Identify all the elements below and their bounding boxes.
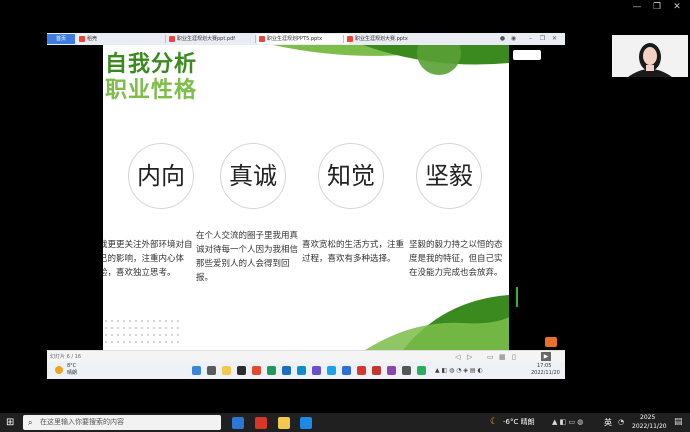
tab-separator — [255, 35, 256, 43]
docer-icon — [79, 36, 85, 42]
weather-sun-icon — [55, 366, 63, 374]
wps-icon[interactable] — [357, 366, 366, 375]
close-icon[interactable]: ✕ — [672, 2, 682, 12]
app-icon[interactable] — [297, 366, 306, 375]
prev-slide-icon[interactable]: ◁ — [455, 352, 460, 362]
trait-circle: 坚毅 — [416, 143, 482, 209]
sogou-ime-icon[interactable] — [545, 337, 557, 347]
inner-taskbar: 8°C 晴朗 ▲ ◧ ◍ ◔ ◈ ▤ ◐ 17:05 2022/11/20 — [47, 362, 565, 379]
window-titlebar: — ❐ ✕ — [0, 0, 690, 14]
close-icon[interactable]: ✕ — [551, 35, 558, 42]
webcam-preview — [612, 35, 688, 77]
explorer-icon[interactable] — [278, 417, 290, 429]
windows-start-icon[interactable]: ⊞ — [6, 418, 14, 428]
restore-icon[interactable]: ❐ — [539, 35, 546, 42]
trait-description: 我更更关注外部环境对自己的影响，注重内心体验，喜欢独立思考。 — [103, 240, 193, 278]
app-icon[interactable] — [312, 366, 321, 375]
slide-title-line2: 职业性格 — [105, 78, 198, 103]
next-slide-icon[interactable]: ▷ — [467, 352, 472, 362]
page-indicator: 幻灯片 6 / 16 — [50, 354, 81, 360]
trait-circle: 内向 — [128, 143, 194, 209]
trait-description: 在个人交流的圈子里我用真诚对待每一个人因为我相信那些爱别人的人会得到回报。 — [196, 231, 299, 283]
inner-clock-time: 17:05 — [537, 363, 552, 369]
inner-weather-text: 晴朗 — [67, 370, 78, 376]
app-icon[interactable] — [342, 366, 351, 375]
inner-clock-date: 2022/11/20 — [531, 370, 560, 376]
host-weather: -6°C 晴朗 — [503, 418, 535, 426]
ppt-icon — [347, 36, 353, 42]
explorer-icon[interactable] — [222, 366, 231, 375]
host-clock-date: 2022/11/20 — [632, 423, 667, 430]
tray-icons[interactable]: ▲ ◧ ▭ ◍ — [552, 417, 583, 428]
start-icon[interactable] — [192, 366, 201, 375]
tab-ppt-contest[interactable]: 职业生涯规划大赛.pptx — [345, 34, 437, 44]
app-icon[interactable] — [372, 366, 381, 375]
wps-icon[interactable] — [255, 417, 267, 429]
view-normal-icon[interactable]: ▭ — [487, 352, 494, 362]
slide-pillarbox-right — [509, 45, 565, 350]
search-input: 在这里输入你要搜索的内容 — [40, 418, 124, 426]
app-icon[interactable] — [252, 366, 261, 375]
tab-separator — [165, 35, 166, 43]
tray-icons[interactable]: ▲ ◧ ◍ ◔ ◈ ▤ ◐ — [435, 366, 483, 375]
tab-label: 职业生涯规划大赛.pptx — [355, 36, 408, 42]
edge-icon[interactable] — [232, 417, 244, 429]
tray-icons[interactable]: ◔ — [618, 417, 624, 428]
tab-label: 职业生涯规划PPT5.pptx — [267, 36, 323, 42]
account-icon[interactable]: ● — [499, 35, 506, 42]
tab-docer[interactable]: 稻壳 — [77, 34, 127, 44]
slide-title-line1: 自我分析 — [105, 52, 198, 77]
view-grid-icon[interactable]: ▦ — [499, 352, 506, 362]
app-icon[interactable] — [387, 366, 396, 375]
search-icon[interactable] — [207, 366, 216, 375]
inner-weather-temp: 8°C — [67, 363, 77, 369]
view-reading-icon[interactable]: ▯ — [512, 352, 516, 362]
trait-circle: 知觉 — [318, 143, 384, 209]
ppt-icon — [259, 36, 265, 42]
host-clock-time: 2025 — [640, 414, 656, 421]
pdf-icon — [169, 36, 175, 42]
tab-home[interactable]: 首页 — [47, 34, 75, 44]
app-icon[interactable] — [417, 366, 426, 375]
input-language[interactable]: 英 — [604, 417, 612, 428]
trait-description: 喜欢宽松的生活方式，注重过程，喜欢有多种选择。 — [302, 240, 405, 264]
tab-ppt5[interactable]: 职业生涯规划PPT5.pptx — [257, 34, 349, 44]
trait-circle: 真诚 — [220, 143, 286, 209]
tab-pdf[interactable]: 职业生涯规划大赛ppt.pdf — [167, 34, 263, 44]
shared-screen: 首页 稻壳 职业生涯规划大赛ppt.pdf 职业生涯规划PPT5.pptx 职业… — [47, 33, 565, 379]
minimize-icon[interactable]: — — [632, 2, 642, 12]
tab-separator — [343, 35, 344, 43]
search-icon: ⌕ — [28, 418, 33, 427]
app-icon[interactable] — [327, 366, 336, 375]
presenter-avatar — [612, 35, 688, 77]
notification-icon[interactable]: ▤ — [674, 417, 683, 428]
ime-toolbar — [513, 50, 541, 60]
trait-description: 坚毅的毅力持之以恒的态度是我的特征，但自己实在没能力完成也会放弃。 — [409, 240, 503, 278]
tab-label: 稻壳 — [87, 36, 98, 42]
host-taskbar: ⊞ ⌕ 在这里输入你要搜索的内容 ☾ -6°C 晴朗 ▲ ◧ ▭ ◍ 英 ◔ 2… — [0, 413, 690, 432]
slide-pillarbox-left — [47, 45, 103, 350]
tab-label: 职业生涯规划大赛ppt.pdf — [177, 36, 236, 42]
terminal-icon[interactable] — [237, 366, 246, 375]
avatar-icon[interactable]: ◉ — [510, 35, 517, 42]
app-icon[interactable] — [300, 417, 312, 429]
presentation-slide: 自我分析 职业性格 内向 真诚 知觉 坚毅 我更更关注外部环境对自己的影响，注重… — [103, 45, 509, 350]
minimize-icon[interactable]: – — [527, 35, 534, 42]
app-icon[interactable] — [282, 366, 291, 375]
moon-weather-icon: ☾ — [490, 417, 499, 427]
browser-icon[interactable] — [267, 366, 276, 375]
restore-icon[interactable]: ❐ — [652, 2, 662, 12]
volume-meter — [516, 287, 518, 307]
taskbar-search-box[interactable]: ⌕ 在这里输入你要搜索的内容 — [23, 415, 221, 430]
play-slideshow-icon[interactable]: ▶ — [541, 352, 551, 361]
app-icon[interactable] — [402, 366, 411, 375]
